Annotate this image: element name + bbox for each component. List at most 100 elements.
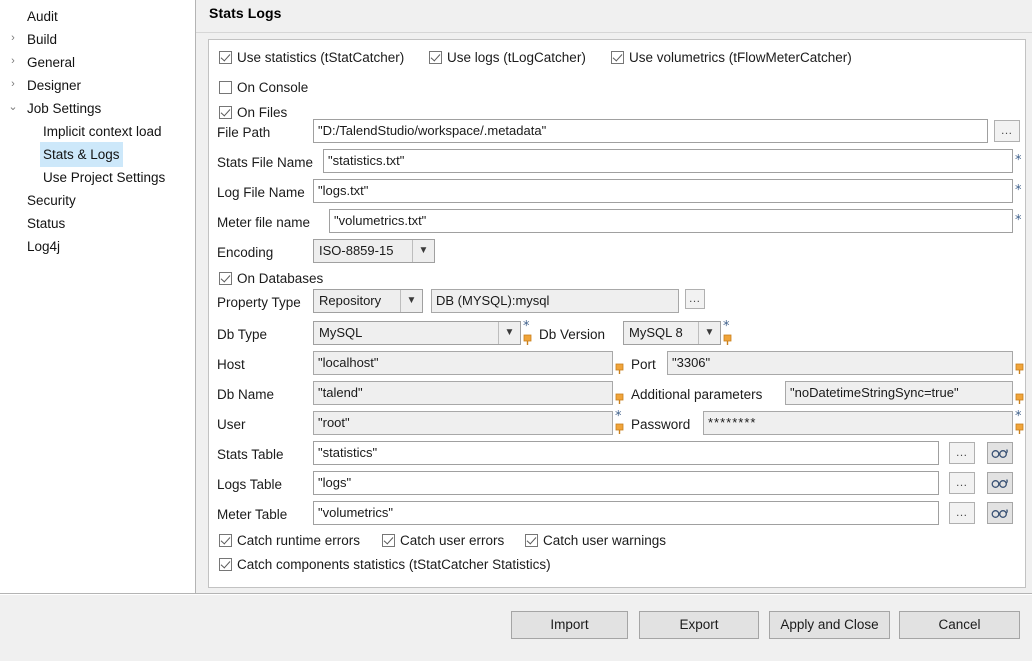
label-file-path: File Path [217, 125, 270, 141]
repository-marker-icon [1015, 393, 1024, 405]
tree-item-use-project-settings[interactable]: Use Project Settings [0, 165, 195, 188]
repository-marker-icon [523, 334, 532, 346]
input-meter-file-name[interactable]: "volumetrics.txt" [329, 209, 1013, 233]
apply-and-close-button[interactable]: Apply and Close [769, 611, 890, 639]
tree-item-implicit-context-load[interactable]: Implicit context load [0, 119, 195, 142]
input-password[interactable]: ******** [703, 411, 1013, 435]
page-title: Stats Logs [209, 5, 282, 21]
checkbox-catch-components-statistics[interactable]: Catch components statistics (tStatCatche… [219, 557, 551, 572]
input-stats-table[interactable]: "statistics" [313, 441, 939, 465]
input-logs-table[interactable]: "logs" [313, 471, 939, 495]
repository-marker-icon [615, 363, 624, 375]
tree-item-log4j[interactable]: Log4j [0, 234, 195, 257]
chevron-right-icon[interactable]: › [6, 50, 20, 73]
checkbox-icon [219, 272, 232, 285]
input-user[interactable]: "root" [313, 411, 613, 435]
checkbox-icon [525, 534, 538, 547]
glasses-icon[interactable] [987, 502, 1013, 524]
settings-dialog: Audit › Build › General › Designer ⌄ Job… [0, 0, 1032, 661]
label-db-name: Db Name [217, 387, 274, 403]
chevron-right-icon[interactable]: › [6, 73, 20, 96]
tree-item-label: Implicit context load [40, 119, 165, 144]
label-meter-file-name: Meter file name [217, 215, 310, 231]
input-meter-table[interactable]: "volumetrics" [313, 501, 939, 525]
browse-logs-table-button[interactable]: … [949, 472, 975, 494]
input-db-name[interactable]: "talend" [313, 381, 613, 405]
input-stats-file-name[interactable]: "statistics.txt" [323, 149, 1013, 173]
tree-item-security[interactable]: Security [0, 188, 195, 211]
checkbox-label: Catch runtime errors [237, 533, 360, 548]
input-file-path[interactable]: "D:/TalendStudio/workspace/.metadata" [313, 119, 988, 143]
chevron-right-icon[interactable]: › [6, 27, 20, 50]
tree-item-designer[interactable]: › Designer [0, 73, 195, 96]
required-marker: * [1015, 186, 1022, 196]
chevron-down-icon[interactable]: ▼ [498, 322, 520, 344]
repository-marker-icon [723, 334, 732, 346]
checkbox-use-volumetrics[interactable]: Use volumetrics (tFlowMeterCatcher) [611, 50, 852, 65]
select-property-type-value: Repository [319, 293, 381, 308]
glasses-icon[interactable] [987, 472, 1013, 494]
label-db-type: Db Type [217, 327, 267, 343]
input-log-file-name[interactable]: "logs.txt" [313, 179, 1013, 203]
checkbox-on-databases[interactable]: On Databases [219, 271, 323, 286]
input-host[interactable]: "localhost" [313, 351, 613, 375]
select-db-version[interactable]: MySQL 8 ▼ [623, 321, 721, 345]
repository-marker-icon [615, 393, 624, 405]
input-port[interactable]: "3306" [667, 351, 1013, 375]
chevron-down-icon[interactable]: ⌄ [6, 96, 20, 119]
required-marker: * [1015, 412, 1022, 422]
select-db-type-value: MySQL [319, 325, 362, 340]
checkbox-label: Use logs (tLogCatcher) [447, 50, 586, 65]
input-repository-reference[interactable]: DB (MYSQL):mysql [431, 289, 679, 313]
select-property-type[interactable]: Repository ▼ [313, 289, 423, 313]
tree-item-label: Status [24, 211, 68, 236]
browse-repository-button[interactable]: … [685, 289, 705, 309]
cancel-button[interactable]: Cancel [899, 611, 1020, 639]
checkbox-icon [219, 81, 232, 94]
repository-marker-icon [1015, 423, 1024, 435]
tree-item-general[interactable]: › General [0, 50, 195, 73]
checkbox-use-logs[interactable]: Use logs (tLogCatcher) [429, 50, 586, 65]
checkbox-catch-user-warnings[interactable]: Catch user warnings [525, 533, 666, 548]
chevron-down-icon[interactable]: ▼ [698, 322, 720, 344]
label-db-version: Db Version [539, 327, 605, 343]
settings-tree[interactable]: Audit › Build › General › Designer ⌄ Job… [0, 0, 196, 594]
label-password: Password [631, 417, 690, 433]
chevron-down-icon[interactable]: ▼ [400, 290, 422, 312]
label-port: Port [631, 357, 656, 373]
checkbox-on-files[interactable]: On Files [219, 105, 287, 120]
browse-stats-table-button[interactable]: … [949, 442, 975, 464]
browse-file-path-button[interactable]: … [994, 120, 1020, 142]
required-marker: * [523, 322, 530, 332]
input-additional-parameters[interactable]: "noDatetimeStringSync=true" [785, 381, 1013, 405]
checkbox-use-statistics[interactable]: Use statistics (tStatCatcher) [219, 50, 404, 65]
label-meter-table: Meter Table [217, 507, 287, 523]
tree-item-status[interactable]: Status [0, 211, 195, 234]
checkbox-catch-runtime-errors[interactable]: Catch runtime errors [219, 533, 360, 548]
export-button[interactable]: Export [639, 611, 759, 639]
label-property-type: Property Type [217, 295, 301, 311]
tree-item-job-settings[interactable]: ⌄ Job Settings [0, 96, 195, 119]
label-stats-file-name: Stats File Name [217, 155, 313, 171]
import-button[interactable]: Import [511, 611, 628, 639]
chevron-down-icon[interactable]: ▼ [412, 240, 434, 262]
browse-meter-table-button[interactable]: … [949, 502, 975, 524]
twisty-icon [6, 4, 20, 27]
label-encoding: Encoding [217, 245, 273, 261]
checkbox-label: Use volumetrics (tFlowMeterCatcher) [629, 50, 852, 65]
checkbox-on-console[interactable]: On Console [219, 80, 308, 95]
select-db-type[interactable]: MySQL ▼ [313, 321, 521, 345]
select-encoding[interactable]: ISO-8859-15 ▼ [313, 239, 435, 263]
tree-item-build[interactable]: › Build [0, 27, 195, 50]
checkbox-icon [219, 558, 232, 571]
checkbox-icon [219, 106, 232, 119]
checkbox-label: Catch components statistics (tStatCatche… [237, 557, 551, 572]
checkbox-icon [219, 534, 232, 547]
glasses-icon[interactable] [987, 442, 1013, 464]
checkbox-catch-user-errors[interactable]: Catch user errors [382, 533, 504, 548]
checkbox-label: Catch user errors [400, 533, 504, 548]
checkbox-label: Use statistics (tStatCatcher) [237, 50, 404, 65]
label-stats-table: Stats Table [217, 447, 284, 463]
tree-item-audit[interactable]: Audit [0, 4, 195, 27]
tree-item-stats-and-logs[interactable]: Stats & Logs [0, 142, 195, 165]
